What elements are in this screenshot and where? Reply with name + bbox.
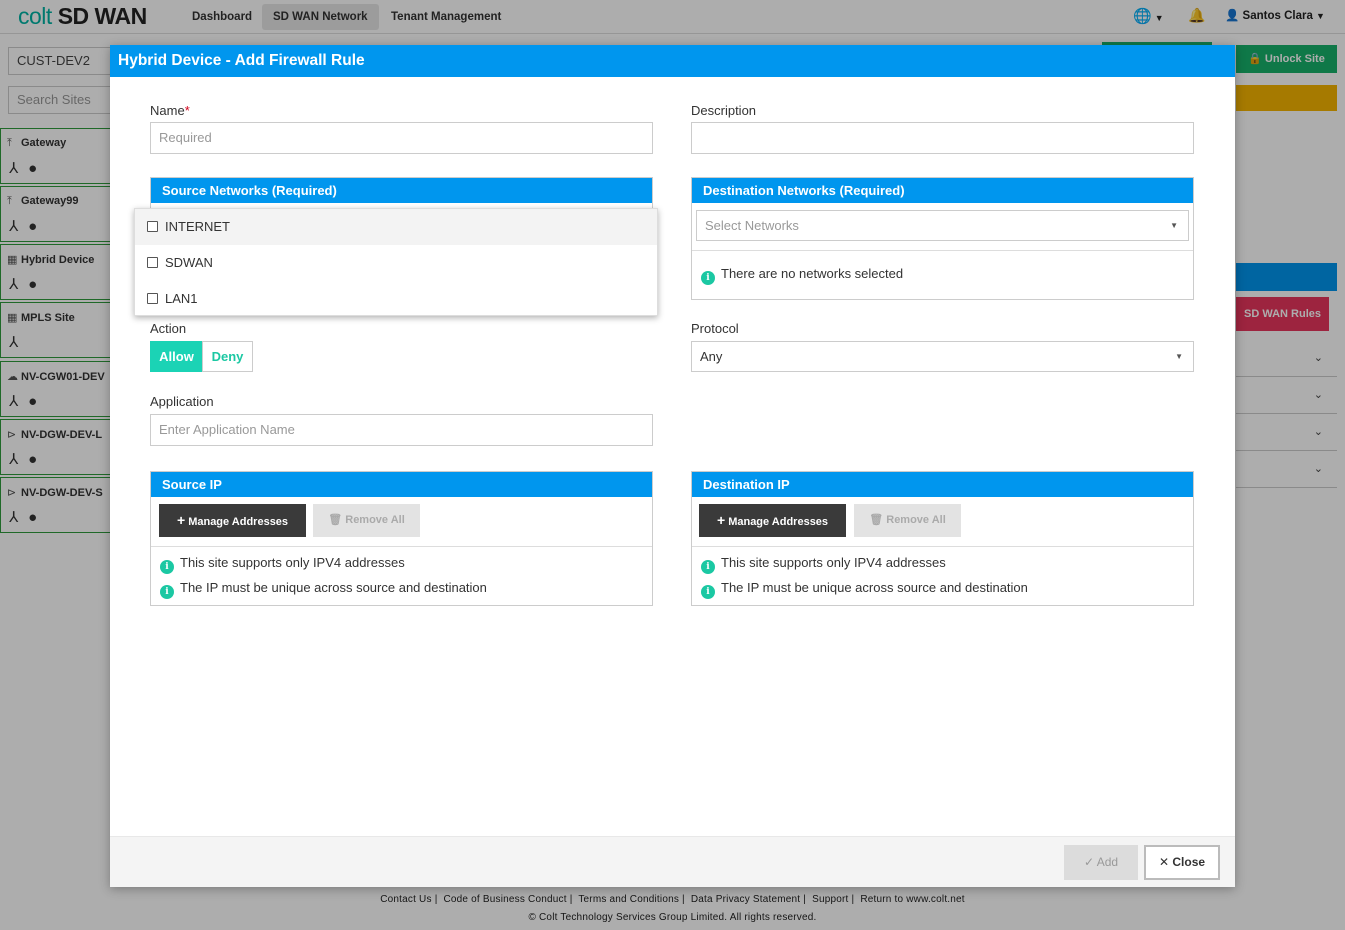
divider xyxy=(692,250,1193,251)
info-icon: i xyxy=(701,585,715,599)
source-unique-info: i The IP must be unique across source and… xyxy=(160,580,487,599)
protocol-label: Protocol xyxy=(691,321,739,336)
option-internet[interactable]: INTERNET xyxy=(135,209,657,245)
checkbox[interactable] xyxy=(147,293,158,304)
no-networks-info: i There are no networks selected xyxy=(701,266,903,285)
info-icon: i xyxy=(701,271,715,285)
source-networks-dropdown: INTERNET SDWAN LAN1 xyxy=(134,208,658,316)
description-input[interactable] xyxy=(691,122,1194,154)
source-networks-panel: Source Networks (Required) xyxy=(150,177,653,212)
trash-icon: 🗑 xyxy=(328,514,343,526)
check-icon: ✓ xyxy=(1083,855,1095,869)
name-input[interactable]: Required xyxy=(150,122,653,154)
info-icon: i xyxy=(701,560,715,574)
add-button[interactable]: ✓ Add xyxy=(1064,845,1138,880)
checkbox[interactable] xyxy=(147,221,158,232)
name-label: Name* xyxy=(150,103,190,118)
close-button[interactable]: ✕ Close xyxy=(1144,845,1220,880)
modal-title: Hybrid Device - Add Firewall Rule xyxy=(110,45,1235,77)
protocol-select[interactable]: Any ▼ xyxy=(691,341,1194,372)
checkbox[interactable] xyxy=(147,257,158,268)
action-label: Action xyxy=(150,321,187,336)
source-networks-title: Source Networks (Required) xyxy=(151,178,652,203)
caret-down-icon: ▼ xyxy=(1170,221,1178,230)
destination-networks-title: Destination Networks (Required) xyxy=(692,178,1193,203)
source-ipv4-info: i This site supports only IPV4 addresses xyxy=(160,555,405,574)
source-ip-title: Source IP xyxy=(151,472,652,497)
source-manage-addresses-button[interactable]: + Manage Addresses xyxy=(159,504,306,537)
plus-icon: + xyxy=(716,512,726,528)
plus-icon: + xyxy=(176,512,186,528)
option-lan1[interactable]: LAN1 xyxy=(135,281,657,317)
application-label: Application xyxy=(150,394,214,409)
action-allow-toggle[interactable]: Allow xyxy=(150,341,203,372)
close-icon: ✕ xyxy=(1158,855,1170,869)
trash-icon: 🗑 xyxy=(869,514,884,526)
info-icon: i xyxy=(160,585,174,599)
caret-down-icon: ▼ xyxy=(1175,352,1183,361)
destination-networks-select[interactable]: Select Networks ▼ xyxy=(696,210,1189,241)
destination-unique-info: i The IP must be unique across source and… xyxy=(701,580,1028,599)
divider xyxy=(151,546,652,547)
info-icon: i xyxy=(160,560,174,574)
application-input[interactable]: Enter Application Name xyxy=(150,414,653,446)
destination-ipv4-info: i This site supports only IPV4 addresses xyxy=(701,555,946,574)
destination-manage-addresses-button[interactable]: + Manage Addresses xyxy=(699,504,846,537)
destination-remove-all-button[interactable]: 🗑 Remove All xyxy=(854,504,961,537)
source-remove-all-button[interactable]: 🗑 Remove All xyxy=(313,504,420,537)
option-sdwan[interactable]: SDWAN xyxy=(135,245,657,281)
action-deny-toggle[interactable]: Deny xyxy=(202,341,253,372)
add-firewall-rule-modal: Hybrid Device - Add Firewall Rule Name* … xyxy=(110,45,1235,887)
destination-ip-title: Destination IP xyxy=(692,472,1193,497)
divider xyxy=(692,546,1193,547)
description-label: Description xyxy=(691,103,757,118)
